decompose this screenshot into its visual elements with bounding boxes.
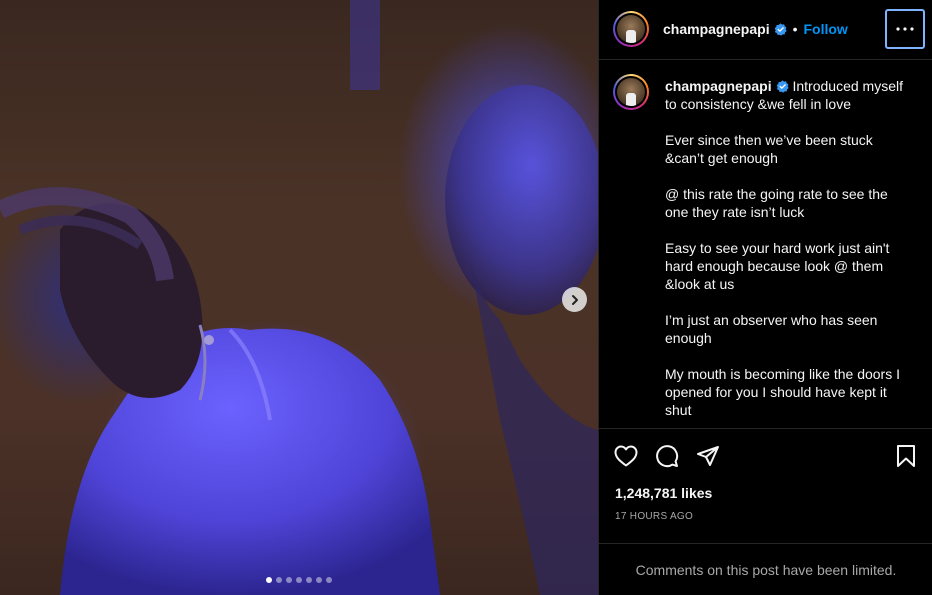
post-timestamp[interactable]: 17 HOURS AGO <box>615 511 693 522</box>
carousel-indicator <box>266 577 332 583</box>
comment-icon <box>656 445 679 468</box>
bookmark-icon <box>897 445 915 467</box>
more-options-button[interactable] <box>885 9 925 49</box>
carousel-dot <box>276 577 282 583</box>
like-count[interactable]: 1,248,781 likes <box>615 485 712 501</box>
carousel-dot-active <box>266 577 272 583</box>
caption-scroll-area[interactable]: champagnepapi Introduced myself to consi… <box>599 61 932 427</box>
photo-illustration <box>0 0 598 595</box>
next-slide-button[interactable] <box>562 287 587 312</box>
save-button[interactable] <box>893 443 919 469</box>
post-side-panel: champagnepapi • Follow champagnepapi Int… <box>598 0 932 595</box>
carousel-dot <box>326 577 332 583</box>
post-actions: 1,248,781 likes 17 HOURS AGO <box>599 428 932 543</box>
caption: champagnepapi Introduced myself to consi… <box>665 77 915 419</box>
chevron-right-icon <box>571 294 578 305</box>
carousel-dot <box>286 577 292 583</box>
comments-limited-notice: Comments on this post have been limited. <box>599 543 932 595</box>
separator-dot: • <box>792 21 798 37</box>
verified-badge-icon <box>774 22 787 36</box>
verified-badge-icon <box>776 80 789 93</box>
carousel-dot <box>306 577 312 583</box>
follow-button[interactable]: Follow <box>804 21 848 37</box>
avatar-photo <box>617 15 645 43</box>
post-media[interactable] <box>0 0 598 595</box>
avatar[interactable] <box>613 11 649 47</box>
more-icon <box>896 27 914 31</box>
post-header: champagnepapi • Follow <box>599 0 932 60</box>
avatar-photo <box>617 78 645 106</box>
caption-text: Introduced myself to consistency &we fel… <box>665 78 903 418</box>
comment-button[interactable] <box>654 443 680 469</box>
carousel-dot <box>316 577 322 583</box>
share-icon <box>697 446 719 466</box>
header-username[interactable]: champagnepapi <box>663 21 770 37</box>
share-button[interactable] <box>695 443 721 469</box>
caption-username[interactable]: champagnepapi <box>665 78 772 94</box>
heart-icon <box>614 445 638 467</box>
caption-avatar[interactable] <box>613 74 649 110</box>
like-button[interactable] <box>613 443 639 469</box>
header-user-row: champagnepapi • Follow <box>663 21 848 37</box>
carousel-dot <box>296 577 302 583</box>
